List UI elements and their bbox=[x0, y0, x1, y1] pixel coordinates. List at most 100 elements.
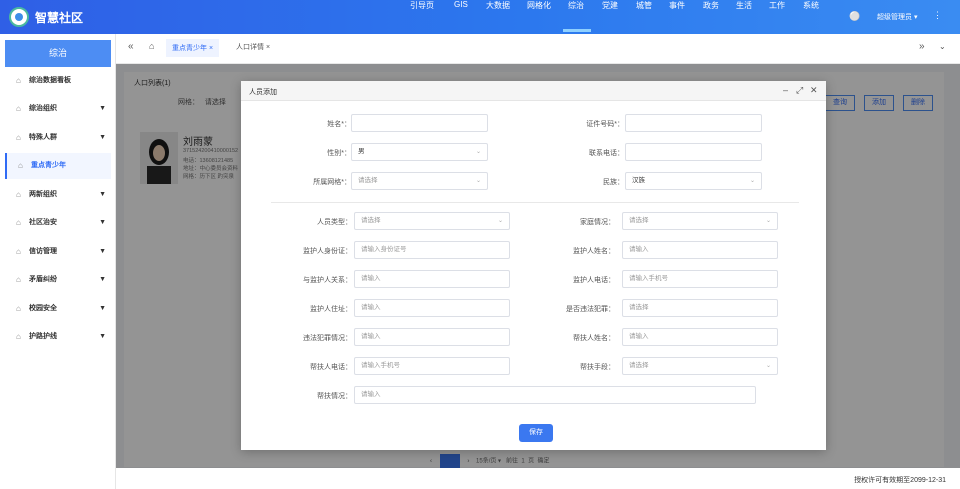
sidebar-item-petition[interactable]: ⌂ 信访管理 ▼ bbox=[5, 239, 111, 265]
sidebar-item-label: 社区治安 bbox=[29, 219, 57, 226]
guardian-phone-input[interactable]: 请输入手机号 bbox=[622, 270, 778, 288]
sidebar-item-label: 矛盾纠纷 bbox=[29, 276, 57, 283]
family-placeholder: 请选择 bbox=[629, 217, 649, 224]
family-select[interactable]: 请选择 ⌄ bbox=[622, 212, 778, 230]
help-detail-input[interactable]: 请输入 bbox=[354, 386, 756, 404]
ethnicity-select[interactable]: 汉族 ⌄ bbox=[625, 172, 762, 190]
maximize-icon[interactable]: ⤢ bbox=[796, 85, 803, 96]
dialog-header: 人员添加 – ⤢ ✕ bbox=[241, 81, 826, 101]
tab-label: 人口详情 bbox=[236, 44, 264, 51]
id-number-label: 证件号码*： bbox=[586, 121, 624, 128]
guardian-name-input[interactable]: 请输入 bbox=[622, 241, 778, 259]
tab-label: 重点青少年 bbox=[172, 45, 207, 52]
nav-item-gis[interactable]: GIS bbox=[454, 0, 468, 9]
chevron-down-icon: ⌄ bbox=[475, 178, 481, 184]
home-icon: ⌂ bbox=[16, 332, 21, 341]
sidebar-item-dashboard[interactable]: ⌂ 综治数据看板 bbox=[5, 68, 111, 94]
tabs-scroll-left-icon[interactable]: « bbox=[128, 41, 134, 52]
sidebar-item-youth[interactable]: ⌂ 重点青少年 bbox=[5, 153, 111, 179]
nav-item-affairs[interactable]: 政务 bbox=[703, 0, 719, 11]
home-icon[interactable]: ⌂ bbox=[149, 41, 154, 51]
top-navigation-bar: 智慧社区 引导页 GIS 大数据 网格化 综治 党建 城管 事件 政务 生活 工… bbox=[0, 0, 960, 34]
helper-phone-input[interactable]: 请输入手机号 bbox=[354, 357, 510, 375]
guardian-address-input[interactable]: 请输入 bbox=[354, 299, 510, 317]
caret-down-icon: ▼ bbox=[99, 219, 106, 226]
guardian-id-label: 监护人身份证： bbox=[303, 248, 352, 255]
caret-down-icon: ▼ bbox=[99, 305, 106, 312]
nav-item-life[interactable]: 生活 bbox=[736, 0, 752, 11]
crime-detail-input[interactable]: 请输入 bbox=[354, 328, 510, 346]
sidebar-item-two-new[interactable]: ⌂ 两新组织 ▼ bbox=[5, 182, 111, 208]
id-number-input[interactable] bbox=[625, 114, 762, 132]
nav-item-urban[interactable]: 城管 bbox=[636, 0, 652, 11]
tab-youth[interactable]: 重点青少年 × bbox=[166, 39, 220, 57]
guardian-name-label: 监护人姓名： bbox=[573, 248, 615, 255]
minimize-icon[interactable]: – bbox=[783, 85, 788, 95]
help-method-select[interactable]: 请选择 ⌄ bbox=[622, 357, 778, 375]
sidebar-item-label: 重点青少年 bbox=[31, 162, 66, 169]
tab-person-detail[interactable]: 人口详情 × bbox=[236, 42, 270, 52]
sidebar-item-label: 信访管理 bbox=[29, 248, 57, 255]
nav-item-guide[interactable]: 引导页 bbox=[410, 0, 434, 11]
gender-value: 男 bbox=[358, 148, 365, 155]
license-text: 授权许可有效期至2099-12-31 bbox=[854, 477, 946, 484]
sidebar-header: 综治 bbox=[5, 40, 111, 67]
tabs-scroll-right-icon[interactable]: » bbox=[919, 41, 925, 52]
caret-down-icon: ▼ bbox=[99, 248, 106, 255]
caret-down-icon: ▼ bbox=[99, 134, 106, 141]
nav-active-indicator bbox=[563, 29, 591, 32]
crime-detail-label: 违法犯罪情况： bbox=[303, 335, 352, 342]
sidebar-item-campus[interactable]: ⌂ 校园安全 ▼ bbox=[5, 296, 111, 322]
nav-item-party[interactable]: 党建 bbox=[602, 0, 618, 11]
help-method-label: 帮扶手段： bbox=[580, 364, 615, 371]
guardian-id-input[interactable]: 请输入身份证号 bbox=[354, 241, 510, 259]
nav-item-system[interactable]: 系统 bbox=[803, 0, 819, 11]
caret-down-icon: ▼ bbox=[99, 191, 106, 198]
crime-flag-label: 是否违法犯罪： bbox=[566, 306, 615, 313]
grid-select[interactable]: 请选择 ⌄ bbox=[351, 172, 488, 190]
close-icon[interactable]: ✕ bbox=[810, 85, 818, 96]
guardian-relation-input[interactable]: 请输入 bbox=[354, 270, 510, 288]
guardian-phone-label: 监护人电话： bbox=[573, 277, 615, 284]
grid-label: 所属网格*： bbox=[313, 179, 351, 186]
home-icon: ⌂ bbox=[18, 161, 23, 170]
helper-phone-label: 帮扶人电话： bbox=[310, 364, 352, 371]
gender-select[interactable]: 男 ⌄ bbox=[351, 143, 488, 161]
help-method-placeholder: 请选择 bbox=[629, 362, 649, 369]
sidebar-item-label: 特殊人群 bbox=[29, 134, 57, 141]
user-menu[interactable]: 超级管理员 ▾ bbox=[877, 12, 917, 22]
chevron-down-icon: ⌄ bbox=[749, 178, 755, 184]
save-button[interactable]: 保存 bbox=[519, 424, 553, 442]
helper-name-label: 帮扶人姓名： bbox=[573, 335, 615, 342]
sidebar-item-road[interactable]: ⌂ 护路护线 ▼ bbox=[5, 324, 111, 350]
nav-item-grid[interactable]: 网格化 bbox=[527, 0, 551, 11]
caret-down-icon: ▼ bbox=[99, 105, 106, 112]
person-type-select[interactable]: 请选择 ⌄ bbox=[354, 212, 510, 230]
caret-down-icon: ▼ bbox=[99, 333, 106, 340]
nav-item-work[interactable]: 工作 bbox=[769, 0, 785, 11]
sidebar-item-label: 综治组织 bbox=[29, 105, 57, 112]
phone-input[interactable] bbox=[625, 143, 762, 161]
home-icon: ⌂ bbox=[16, 247, 21, 256]
sidebar-item-dispute[interactable]: ⌂ 矛盾纠纷 ▼ bbox=[5, 267, 111, 293]
nav-item-zongzhi[interactable]: 综治 bbox=[568, 0, 584, 11]
guardian-address-label: 监护人住址： bbox=[310, 306, 352, 313]
sidebar-item-label: 校园安全 bbox=[29, 305, 57, 312]
nav-item-bigdata[interactable]: 大数据 bbox=[486, 0, 510, 11]
crime-flag-input[interactable]: 请选择 bbox=[622, 299, 778, 317]
phone-label: 联系电话： bbox=[589, 150, 624, 157]
home-icon: ⌂ bbox=[16, 275, 21, 284]
more-vertical-icon[interactable]: ⋮ bbox=[933, 10, 942, 21]
name-input[interactable] bbox=[351, 114, 488, 132]
nav-item-event[interactable]: 事件 bbox=[669, 0, 685, 11]
chevron-down-icon[interactable]: ⌄ bbox=[939, 42, 946, 51]
helper-name-input[interactable]: 请输入 bbox=[622, 328, 778, 346]
bell-icon[interactable]: ⚪ bbox=[849, 11, 860, 22]
help-detail-label: 帮扶情况： bbox=[317, 393, 352, 400]
sidebar-item-security[interactable]: ⌂ 社区治安 ▼ bbox=[5, 210, 111, 236]
home-icon: ⌂ bbox=[16, 304, 21, 313]
app-title: 智慧社区 bbox=[35, 11, 84, 25]
dialog-title: 人员添加 bbox=[249, 89, 277, 96]
sidebar-item-special[interactable]: ⌂ 特殊人群 ▼ bbox=[5, 125, 111, 151]
sidebar-item-org[interactable]: ⌂ 综治组织 ▼ bbox=[5, 96, 111, 122]
